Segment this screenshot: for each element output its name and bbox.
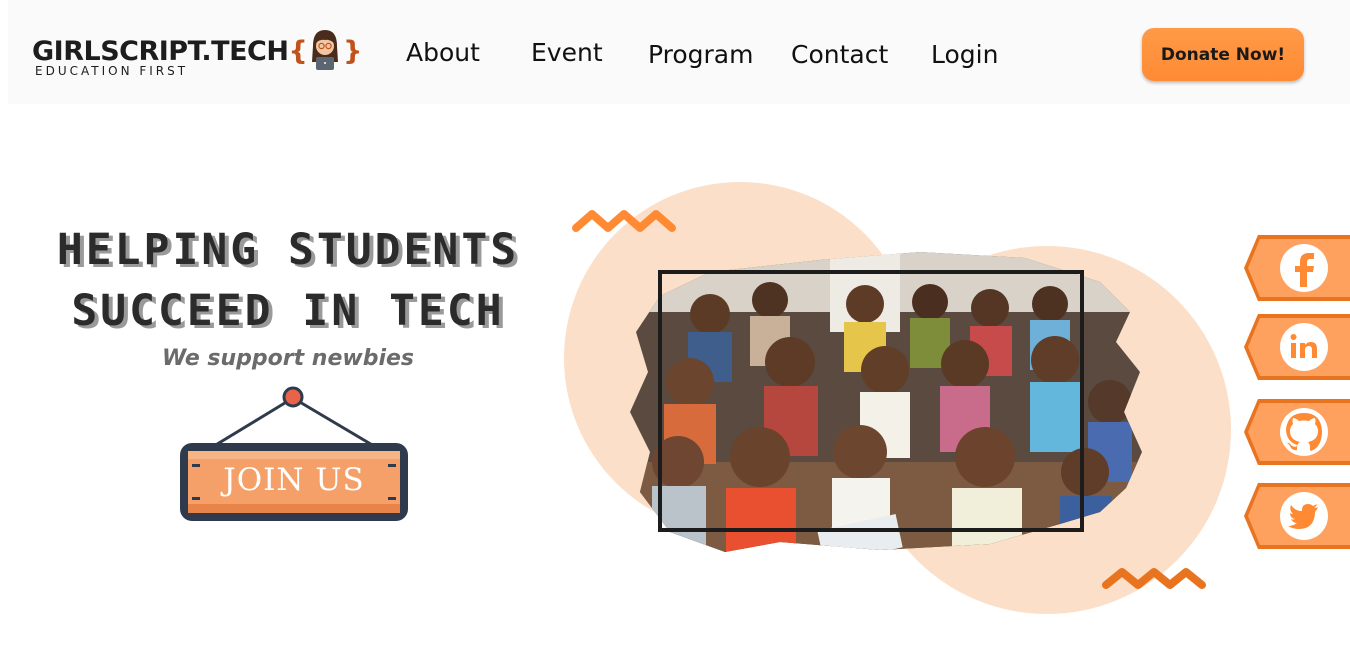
logo-girl-icon xyxy=(312,30,338,70)
logo-brace-open: { xyxy=(288,36,308,67)
twitter-icon xyxy=(1244,483,1350,549)
top-navbar: GIRLSCRIPT.TECH{} EDUCATION FIRST About … xyxy=(8,0,1350,104)
nav-program[interactable]: Program xyxy=(648,40,753,69)
social-github-button[interactable] xyxy=(1244,399,1350,465)
donate-button[interactable]: Donate Now! xyxy=(1142,28,1304,81)
join-us-label: JOIN US xyxy=(223,462,365,498)
social-linkedin-button[interactable] xyxy=(1244,314,1350,380)
logo-name: GIRLSCRIPT.TECH xyxy=(32,36,289,67)
hero-illustration xyxy=(560,180,1240,630)
nav-contact[interactable]: Contact xyxy=(791,40,888,69)
social-twitter-button[interactable] xyxy=(1244,483,1350,549)
social-facebook-button[interactable] xyxy=(1244,235,1350,301)
hero-title-line2: SUCCEED IN TECH xyxy=(71,286,505,336)
hanging-sign-icon xyxy=(180,386,408,521)
site-logo[interactable]: GIRLSCRIPT.TECH{} EDUCATION FIRST xyxy=(32,28,362,84)
facebook-icon xyxy=(1244,235,1350,301)
logo-tagline: EDUCATION FIRST xyxy=(35,64,189,78)
linkedin-icon xyxy=(1244,314,1350,380)
students-photo-image xyxy=(630,252,1142,552)
nav-about[interactable]: About xyxy=(406,38,480,67)
students-photo xyxy=(630,252,1142,592)
join-us-sign-button[interactable]: JOIN US xyxy=(178,384,410,526)
hero-title-line1: HELPING STUDENTS xyxy=(56,225,520,275)
logo-brace-close: } xyxy=(343,36,362,67)
hero-subtitle: We support newbies xyxy=(161,346,415,371)
hero-title: HELPING STUDENTS SUCCEED IN TECH xyxy=(28,220,548,342)
nav-event[interactable]: Event xyxy=(531,38,603,67)
github-icon xyxy=(1244,399,1350,465)
nav-login[interactable]: Login xyxy=(931,40,998,69)
